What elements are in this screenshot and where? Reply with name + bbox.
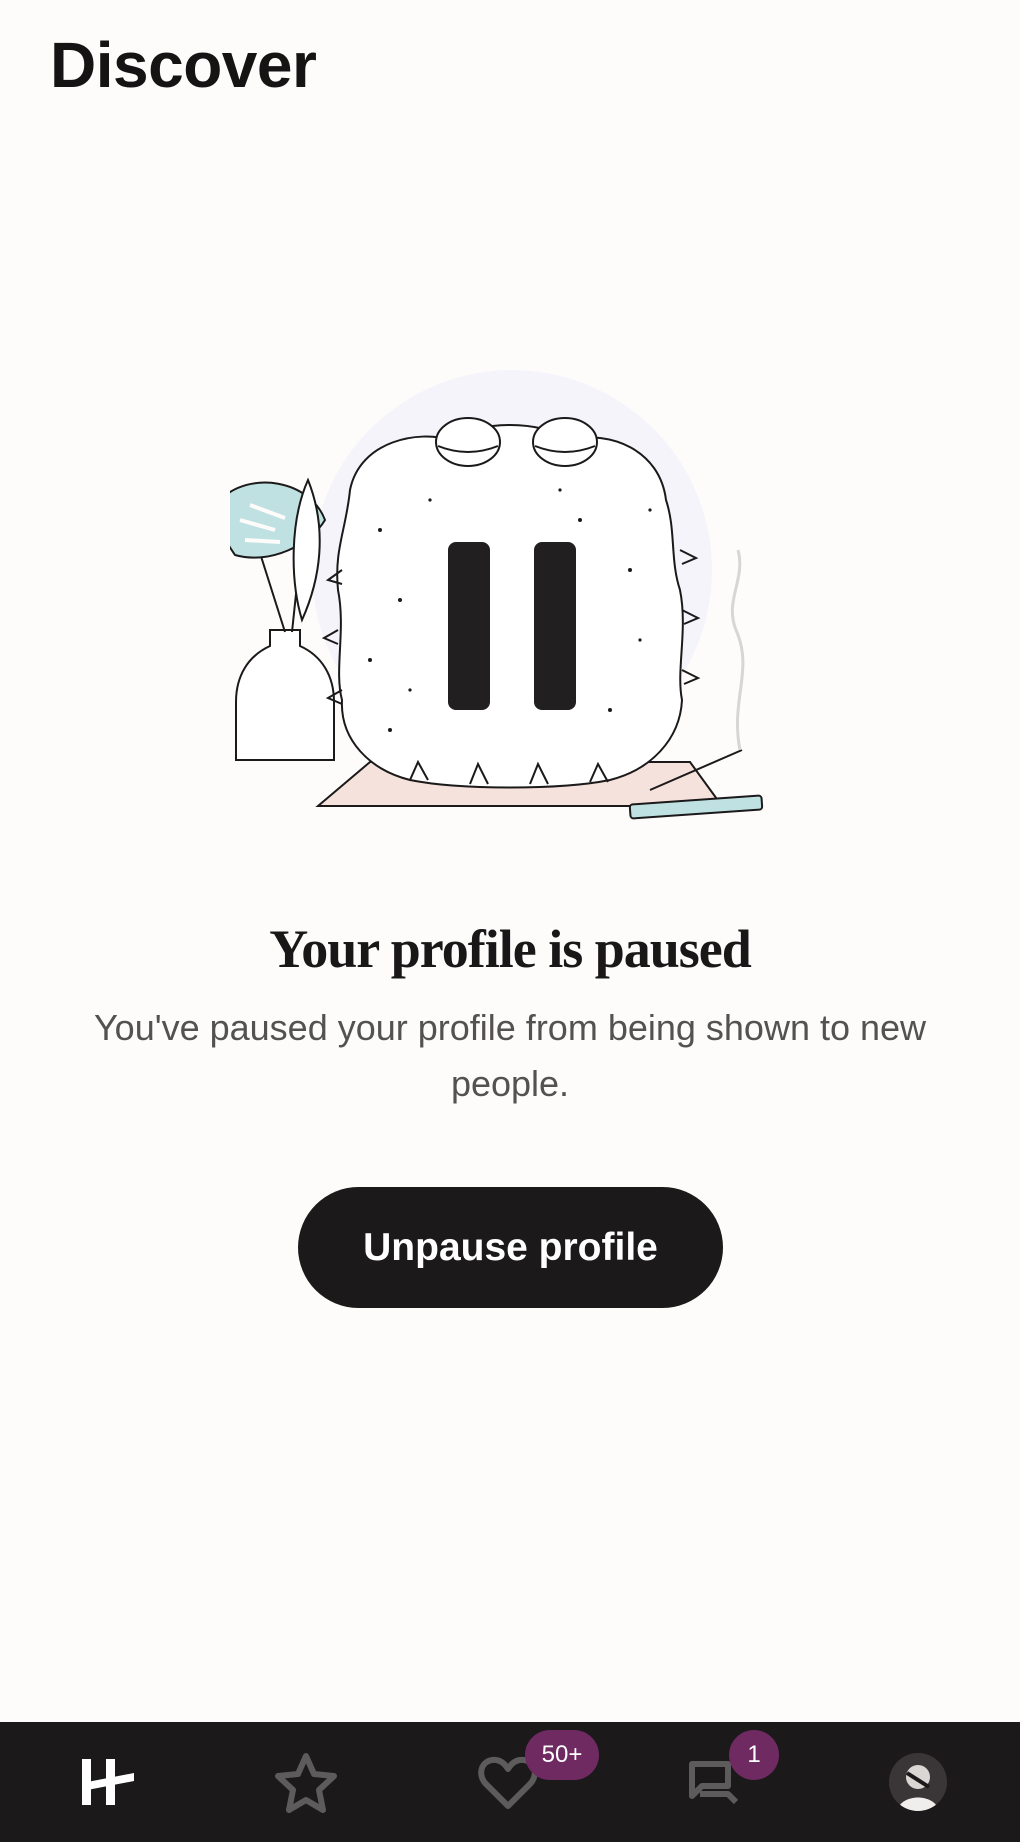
unpause-profile-button[interactable]: Unpause profile <box>298 1187 723 1308</box>
paused-headline: Your profile is paused <box>269 919 752 979</box>
nav-discover[interactable] <box>48 1722 168 1842</box>
matches-count-badge: 1 <box>729 1730 779 1780</box>
avatar <box>889 1753 947 1811</box>
page-title: Discover <box>50 29 317 101</box>
bottom-nav: 50+ 1 <box>0 1722 1020 1842</box>
paused-creature-illustration <box>230 370 764 820</box>
nav-profile[interactable] <box>858 1722 978 1842</box>
star-icon <box>275 1753 337 1813</box>
hinge-logo-icon <box>82 1759 134 1805</box>
likes-count-badge: 50+ <box>525 1730 599 1780</box>
discover-screen: Discover Your profile is paused You've p… <box>0 0 1020 1842</box>
nav-standouts[interactable] <box>246 1722 366 1842</box>
paused-message: You've paused your profile from being sh… <box>93 1007 927 1104</box>
